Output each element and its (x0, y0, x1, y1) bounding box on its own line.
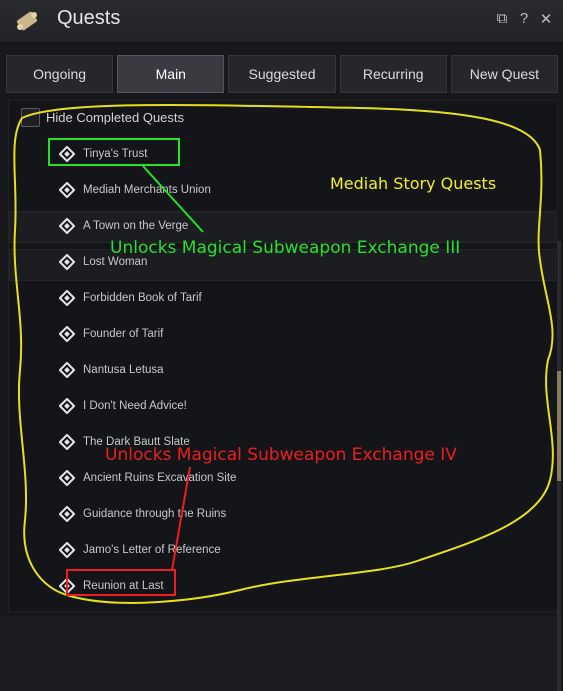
quests-window: Quests ⧉ ? ✕ Ongoing Main Suggested Recu… (0, 0, 563, 691)
quest-item[interactable]: A Town on the Verge (59, 214, 188, 238)
quest-diamond-icon (59, 362, 75, 378)
quest-diamond-icon (59, 470, 75, 486)
quest-title: Jamo's Letter of Reference (83, 544, 221, 556)
tab-main[interactable]: Main (117, 55, 225, 93)
scroll-icon (16, 11, 38, 31)
close-icon[interactable]: ✕ (539, 10, 553, 28)
quest-item[interactable]: Ancient Ruins Excavation Site (59, 466, 236, 490)
quest-title: Guidance through the Ruins (83, 508, 227, 520)
scroll-thumb[interactable] (557, 371, 561, 481)
window-controls: ⧉ ? ✕ (495, 10, 553, 28)
window-detach-icon[interactable]: ⧉ (495, 10, 509, 28)
quest-diamond-icon (59, 434, 75, 450)
quest-item[interactable]: Reunion at Last (59, 574, 164, 598)
tab-suggested[interactable]: Suggested (228, 55, 336, 93)
quest-item[interactable]: Jamo's Letter of Reference (59, 538, 221, 562)
quest-title: Nantusa Letusa (83, 364, 164, 376)
help-icon[interactable]: ? (517, 10, 531, 28)
tab-new-quest[interactable]: New Quest (450, 55, 559, 93)
quest-diamond-icon (59, 578, 75, 594)
quest-title: Reunion at Last (83, 580, 164, 592)
quest-diamond-icon (59, 254, 75, 270)
quest-title: Forbidden Book of Tarif (83, 292, 202, 304)
quest-item[interactable]: Guidance through the Ruins (59, 502, 226, 526)
quest-diamond-icon (59, 506, 75, 522)
scrollbar[interactable] (557, 241, 561, 691)
title-bar: Quests ⧉ ? ✕ (0, 0, 563, 43)
quest-item[interactable]: Founder of Tarif (59, 322, 163, 346)
quest-title: Mediah Merchants Union (83, 184, 211, 196)
tab-ongoing[interactable]: Ongoing (6, 55, 114, 93)
quest-item[interactable]: I Don't Need Advice! (59, 394, 187, 418)
quest-diamond-icon (59, 542, 75, 558)
quest-item[interactable]: Forbidden Book of Tarif (59, 286, 202, 310)
quest-title: Tinya's Trust (83, 148, 148, 160)
quest-title: Ancient Ruins Excavation Site (83, 472, 237, 484)
quest-diamond-icon (59, 290, 75, 306)
quest-diamond-icon (59, 326, 75, 342)
mediah-story-label: Mediah Story Quests (330, 174, 497, 193)
quest-title: A Town on the Verge (83, 220, 189, 232)
quest-diamond-icon (59, 182, 75, 198)
quest-item[interactable]: Mediah Merchants Union (59, 178, 211, 202)
unlock-iv-label: Unlocks Magical Subweapon Exchange IV (105, 445, 457, 465)
quest-diamond-icon (59, 218, 75, 234)
quest-title: I Don't Need Advice! (83, 400, 187, 412)
unlock-iii-label: Unlocks Magical Subweapon Exchange III (110, 238, 461, 258)
quest-diamond-icon (59, 146, 75, 162)
quest-item[interactable]: Nantusa Letusa (59, 358, 164, 382)
quest-diamond-icon (59, 398, 75, 414)
quest-title: Founder of Tarif (83, 328, 164, 340)
tab-recurring[interactable]: Recurring (339, 55, 447, 93)
quest-tabs: Ongoing Main Suggested Recurring New Que… (6, 55, 559, 93)
window-title: Quests (57, 7, 121, 29)
quest-item[interactable]: Tinya's Trust (59, 142, 147, 166)
